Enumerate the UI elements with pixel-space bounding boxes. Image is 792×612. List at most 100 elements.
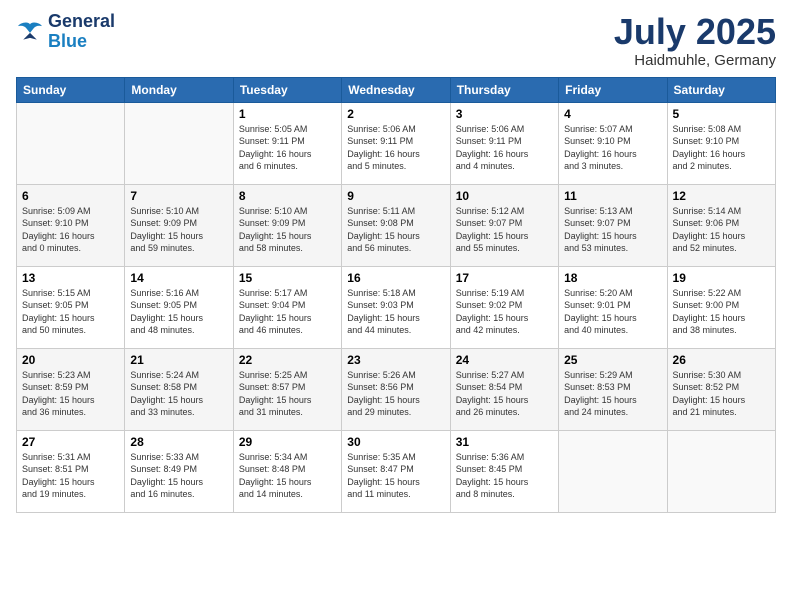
day-info: Sunrise: 5:24 AM Sunset: 8:58 PM Dayligh… xyxy=(130,369,227,419)
day-number: 12 xyxy=(673,189,770,203)
day-info: Sunrise: 5:22 AM Sunset: 9:00 PM Dayligh… xyxy=(673,287,770,337)
day-info: Sunrise: 5:13 AM Sunset: 9:07 PM Dayligh… xyxy=(564,205,661,255)
calendar-cell: 17 Sunrise: 5:19 AM Sunset: 9:02 PM Dayli… xyxy=(450,266,558,348)
day-number: 14 xyxy=(130,271,227,285)
calendar-cell: 16 Sunrise: 5:18 AM Sunset: 9:03 PM Dayli… xyxy=(342,266,450,348)
day-number: 25 xyxy=(564,353,661,367)
calendar-cell: 18 Sunrise: 5:20 AM Sunset: 9:01 PM Dayli… xyxy=(559,266,667,348)
day-info: Sunrise: 5:10 AM Sunset: 9:09 PM Dayligh… xyxy=(239,205,336,255)
calendar-cell: 22 Sunrise: 5:25 AM Sunset: 8:57 PM Dayli… xyxy=(233,348,341,430)
day-number: 2 xyxy=(347,107,444,121)
weekday-header-saturday: Saturday xyxy=(667,77,775,102)
day-number: 5 xyxy=(673,107,770,121)
day-info: Sunrise: 5:17 AM Sunset: 9:04 PM Dayligh… xyxy=(239,287,336,337)
day-number: 1 xyxy=(239,107,336,121)
day-number: 31 xyxy=(456,435,553,449)
calendar-cell: 5Sunrise: 5:08 AM Sunset: 9:10 PM Daylig… xyxy=(667,102,775,184)
day-number: 19 xyxy=(673,271,770,285)
calendar-cell: 24 Sunrise: 5:27 AM Sunset: 8:54 PM Dayli… xyxy=(450,348,558,430)
logo-line1: General xyxy=(48,12,115,32)
weekday-header-wednesday: Wednesday xyxy=(342,77,450,102)
calendar-cell: 27Sunrise: 5:31 AM Sunset: 8:51 PM Dayli… xyxy=(17,430,125,512)
weekday-header-tuesday: Tuesday xyxy=(233,77,341,102)
day-info: Sunrise: 5:06 AM Sunset: 9:11 PM Dayligh… xyxy=(456,123,553,173)
day-info: Sunrise: 5:33 AM Sunset: 8:49 PM Dayligh… xyxy=(130,451,227,501)
calendar-cell: 14 Sunrise: 5:16 AM Sunset: 9:05 PM Dayli… xyxy=(125,266,233,348)
calendar-cell: 26Sunrise: 5:30 AM Sunset: 8:52 PM Dayli… xyxy=(667,348,775,430)
day-info: Sunrise: 5:16 AM Sunset: 9:05 PM Dayligh… xyxy=(130,287,227,337)
calendar-cell: 23 Sunrise: 5:26 AM Sunset: 8:56 PM Dayli… xyxy=(342,348,450,430)
calendar-cell xyxy=(667,430,775,512)
month-title: July 2025 xyxy=(614,12,776,52)
day-info: Sunrise: 5:06 AM Sunset: 9:11 PM Dayligh… xyxy=(347,123,444,173)
day-number: 20 xyxy=(22,353,119,367)
day-info: Sunrise: 5:26 AM Sunset: 8:56 PM Dayligh… xyxy=(347,369,444,419)
day-info: Sunrise: 5:15 AM Sunset: 9:05 PM Dayligh… xyxy=(22,287,119,337)
day-number: 30 xyxy=(347,435,444,449)
weekday-header-friday: Friday xyxy=(559,77,667,102)
day-number: 17 xyxy=(456,271,553,285)
logo-icon xyxy=(16,21,44,43)
day-info: Sunrise: 5:36 AM Sunset: 8:45 PM Dayligh… xyxy=(456,451,553,501)
day-info: Sunrise: 5:19 AM Sunset: 9:02 PM Dayligh… xyxy=(456,287,553,337)
page: General Blue July 2025 Haidmuhle, German… xyxy=(0,0,792,612)
day-info: Sunrise: 5:12 AM Sunset: 9:07 PM Dayligh… xyxy=(456,205,553,255)
calendar-cell: 12Sunrise: 5:14 AM Sunset: 9:06 PM Dayli… xyxy=(667,184,775,266)
logo-text: General Blue xyxy=(48,12,115,52)
calendar-cell xyxy=(125,102,233,184)
day-number: 28 xyxy=(130,435,227,449)
day-number: 15 xyxy=(239,271,336,285)
calendar: SundayMondayTuesdayWednesdayThursdayFrid… xyxy=(16,77,776,513)
calendar-week-row: 6Sunrise: 5:09 AM Sunset: 9:10 PM Daylig… xyxy=(17,184,776,266)
calendar-cell: 6Sunrise: 5:09 AM Sunset: 9:10 PM Daylig… xyxy=(17,184,125,266)
calendar-cell: 11 Sunrise: 5:13 AM Sunset: 9:07 PM Dayli… xyxy=(559,184,667,266)
title-block: July 2025 Haidmuhle, Germany xyxy=(614,12,776,69)
day-number: 23 xyxy=(347,353,444,367)
calendar-cell: 8 Sunrise: 5:10 AM Sunset: 9:09 PM Daylig… xyxy=(233,184,341,266)
day-number: 13 xyxy=(22,271,119,285)
logo-line2: Blue xyxy=(48,31,87,51)
day-info: Sunrise: 5:07 AM Sunset: 9:10 PM Dayligh… xyxy=(564,123,661,173)
calendar-cell: 25Sunrise: 5:29 AM Sunset: 8:53 PM Dayli… xyxy=(559,348,667,430)
location: Haidmuhle, Germany xyxy=(614,52,776,69)
day-info: Sunrise: 5:25 AM Sunset: 8:57 PM Dayligh… xyxy=(239,369,336,419)
day-number: 3 xyxy=(456,107,553,121)
day-number: 4 xyxy=(564,107,661,121)
calendar-week-row: 20 Sunrise: 5:23 AM Sunset: 8:59 PM Dayli… xyxy=(17,348,776,430)
day-info: Sunrise: 5:20 AM Sunset: 9:01 PM Dayligh… xyxy=(564,287,661,337)
day-info: Sunrise: 5:27 AM Sunset: 8:54 PM Dayligh… xyxy=(456,369,553,419)
calendar-cell: 13 Sunrise: 5:15 AM Sunset: 9:05 PM Dayli… xyxy=(17,266,125,348)
day-number: 21 xyxy=(130,353,227,367)
day-number: 9 xyxy=(347,189,444,203)
calendar-cell: 20 Sunrise: 5:23 AM Sunset: 8:59 PM Dayli… xyxy=(17,348,125,430)
header: General Blue July 2025 Haidmuhle, German… xyxy=(16,12,776,69)
day-number: 10 xyxy=(456,189,553,203)
calendar-week-row: 27Sunrise: 5:31 AM Sunset: 8:51 PM Dayli… xyxy=(17,430,776,512)
calendar-cell: 2 Sunrise: 5:06 AM Sunset: 9:11 PM Daylig… xyxy=(342,102,450,184)
day-info: Sunrise: 5:18 AM Sunset: 9:03 PM Dayligh… xyxy=(347,287,444,337)
weekday-header-monday: Monday xyxy=(125,77,233,102)
weekday-header-row: SundayMondayTuesdayWednesdayThursdayFrid… xyxy=(17,77,776,102)
day-info: Sunrise: 5:09 AM Sunset: 9:10 PM Dayligh… xyxy=(22,205,119,255)
day-info: Sunrise: 5:23 AM Sunset: 8:59 PM Dayligh… xyxy=(22,369,119,419)
calendar-week-row: 13 Sunrise: 5:15 AM Sunset: 9:05 PM Dayli… xyxy=(17,266,776,348)
calendar-cell: 7Sunrise: 5:10 AM Sunset: 9:09 PM Daylig… xyxy=(125,184,233,266)
day-number: 22 xyxy=(239,353,336,367)
weekday-header-sunday: Sunday xyxy=(17,77,125,102)
logo: General Blue xyxy=(16,12,115,52)
day-number: 24 xyxy=(456,353,553,367)
day-number: 8 xyxy=(239,189,336,203)
calendar-cell: 29Sunrise: 5:34 AM Sunset: 8:48 PM Dayli… xyxy=(233,430,341,512)
calendar-cell: 30Sunrise: 5:35 AM Sunset: 8:47 PM Dayli… xyxy=(342,430,450,512)
calendar-cell: 9Sunrise: 5:11 AM Sunset: 9:08 PM Daylig… xyxy=(342,184,450,266)
day-number: 18 xyxy=(564,271,661,285)
day-info: Sunrise: 5:05 AM Sunset: 9:11 PM Dayligh… xyxy=(239,123,336,173)
calendar-week-row: 1 Sunrise: 5:05 AM Sunset: 9:11 PM Daylig… xyxy=(17,102,776,184)
calendar-cell xyxy=(559,430,667,512)
calendar-cell: 21 Sunrise: 5:24 AM Sunset: 8:58 PM Dayli… xyxy=(125,348,233,430)
day-number: 11 xyxy=(564,189,661,203)
day-number: 16 xyxy=(347,271,444,285)
calendar-cell xyxy=(17,102,125,184)
day-number: 27 xyxy=(22,435,119,449)
day-number: 29 xyxy=(239,435,336,449)
